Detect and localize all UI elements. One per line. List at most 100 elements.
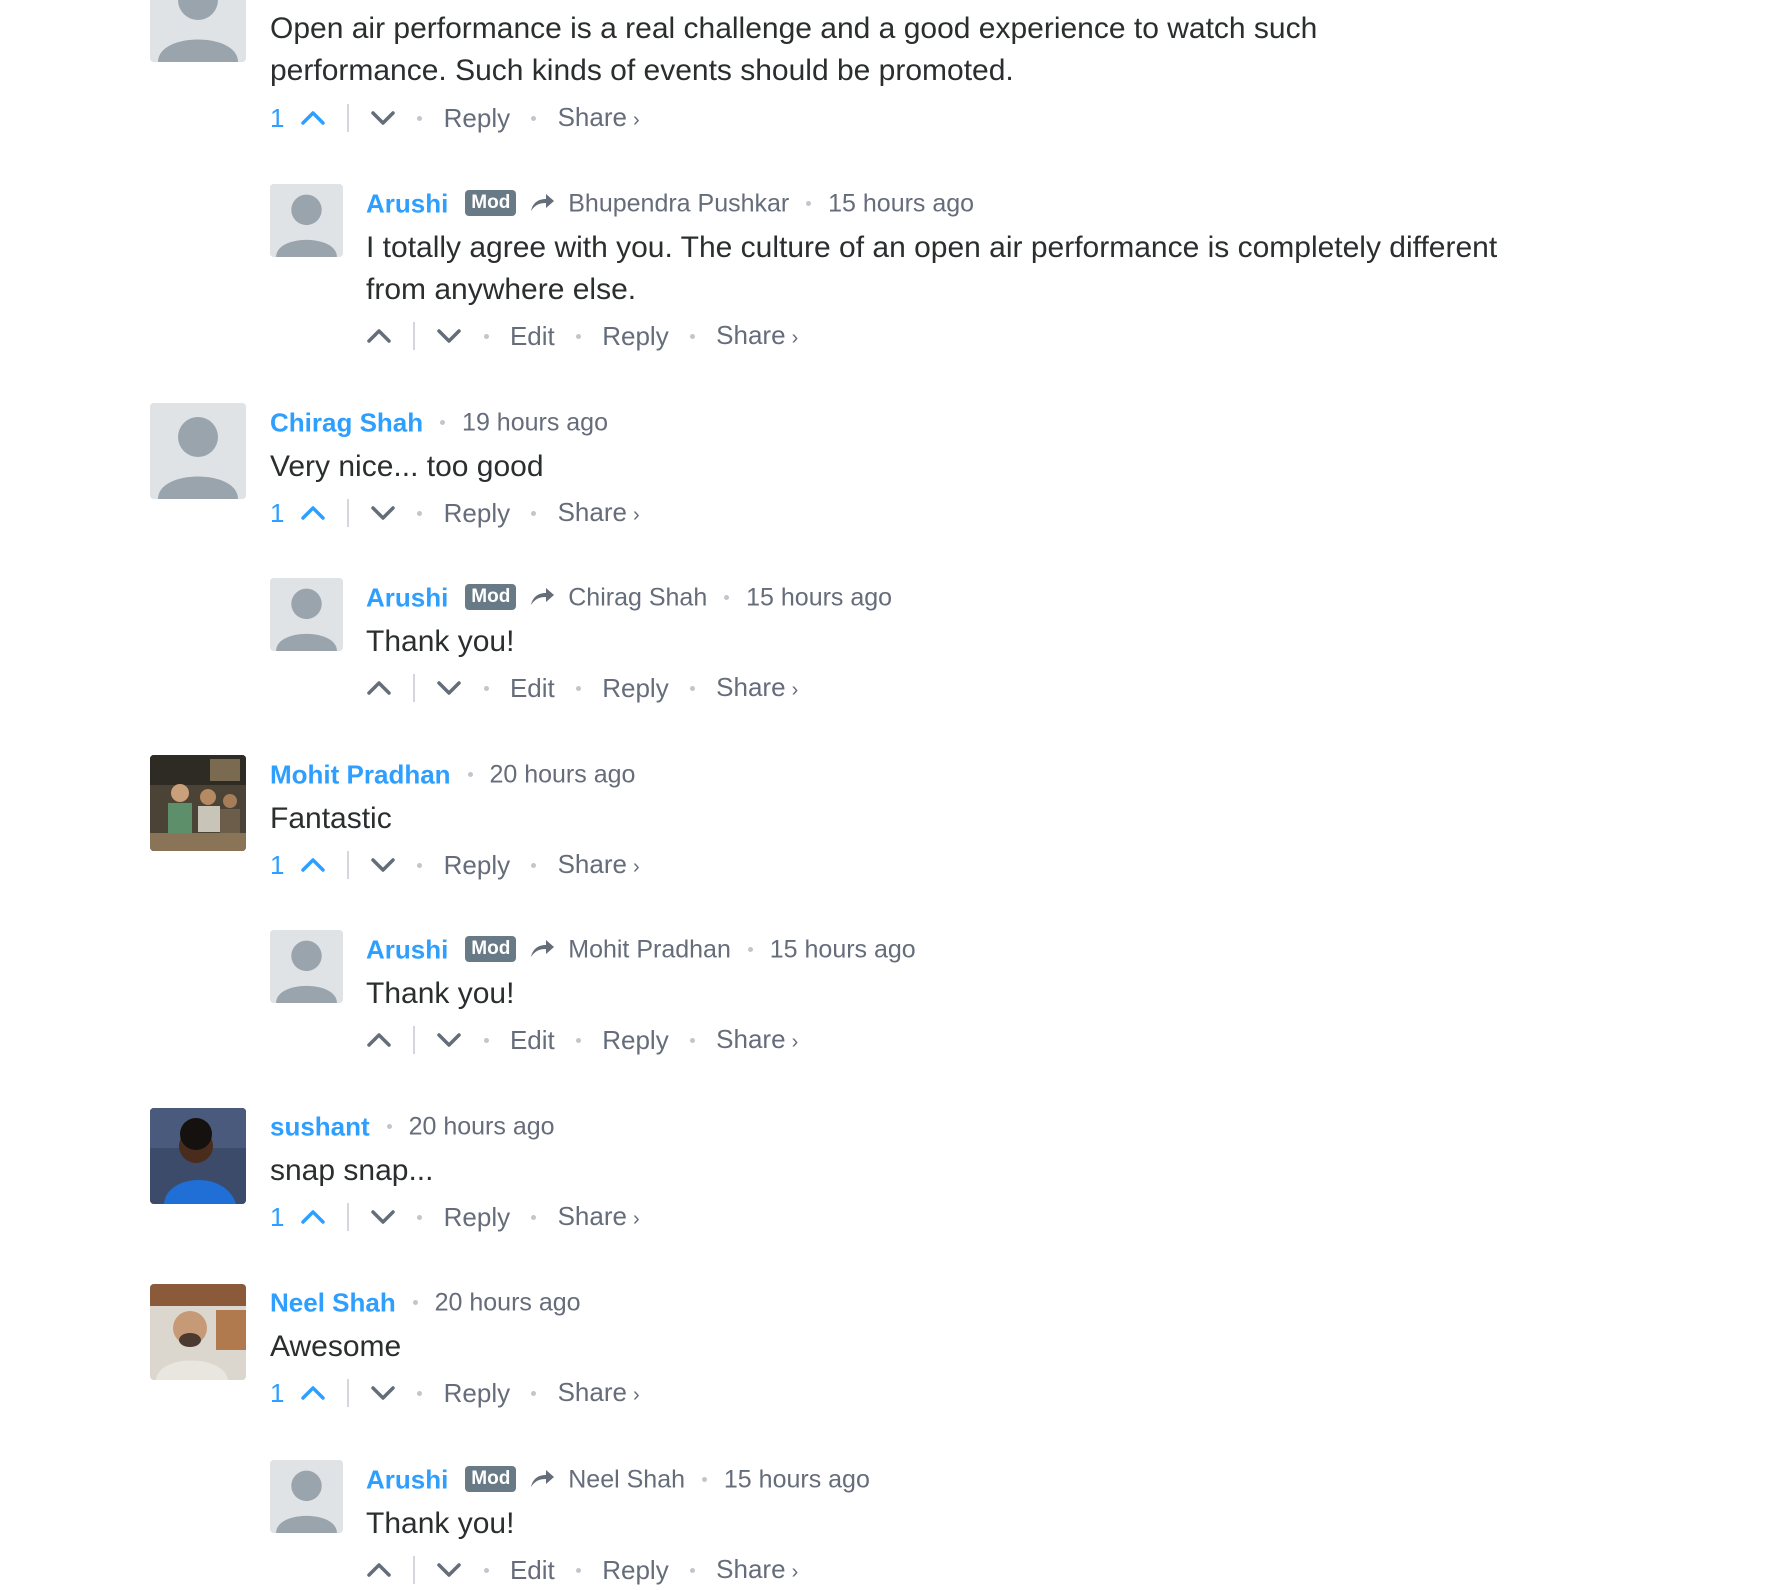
avatar[interactable]	[150, 403, 246, 499]
edit-link[interactable]: Edit	[510, 670, 555, 706]
upvote-icon[interactable]	[366, 1030, 392, 1050]
downvote-icon[interactable]	[370, 108, 396, 128]
author-name[interactable]: Mohit Pradhan	[270, 759, 451, 789]
author-name[interactable]: sushant	[270, 1111, 370, 1141]
upvote-icon[interactable]	[366, 678, 392, 698]
in-reply-to-name[interactable]: Mohit Pradhan	[568, 935, 731, 963]
timestamp[interactable]: 20 hours ago	[409, 1112, 555, 1140]
avatar[interactable]	[150, 1284, 246, 1380]
share-label: Share	[716, 671, 786, 702]
share-label: Share	[557, 1200, 627, 1231]
reply-link[interactable]: Reply	[444, 847, 510, 883]
reply-link[interactable]: Reply	[444, 495, 510, 531]
separator-dot	[806, 200, 812, 206]
upvote-icon[interactable]	[300, 1383, 326, 1403]
comment-body: I totally agree with you. The culture of…	[366, 231, 1498, 306]
comment-footer: 1 Reply Share ›	[270, 493, 640, 529]
edit-link[interactable]: Edit	[510, 318, 555, 354]
share-caret-icon: ›	[791, 326, 799, 349]
separator-dot	[386, 1123, 392, 1129]
share-link[interactable]: Share ›	[558, 99, 640, 138]
comment-footer: 1 Reply Share ›	[270, 1197, 640, 1233]
comment-header: sushant 20 hours ago	[270, 1109, 555, 1141]
avatar[interactable]	[150, 755, 246, 851]
avatar[interactable]	[270, 930, 343, 1003]
share-link[interactable]: Share ›	[558, 846, 640, 885]
in-reply-to-name[interactable]: Bhupendra Pushkar	[568, 189, 789, 217]
separator-dot	[747, 946, 753, 952]
reply-arrow-icon	[529, 1467, 555, 1491]
downvote-icon[interactable]	[370, 1383, 396, 1403]
upvote-count: 1	[270, 498, 285, 529]
share-link[interactable]: Share ›	[716, 669, 798, 708]
share-link[interactable]: Share ›	[558, 494, 640, 533]
avatar[interactable]	[150, 1108, 246, 1204]
comment-header: Arushi Mod Mohit Pradhan 15 hours ago	[366, 932, 916, 964]
upvote-icon[interactable]	[300, 108, 326, 128]
share-label: Share	[557, 848, 627, 879]
downvote-icon[interactable]	[370, 855, 396, 875]
upvote-icon[interactable]	[300, 855, 326, 875]
vote-divider	[346, 499, 349, 528]
share-link[interactable]: Share ›	[558, 1198, 640, 1237]
reply-link[interactable]: Reply	[602, 1552, 668, 1588]
downvote-icon[interactable]	[370, 1207, 396, 1227]
avatar[interactable]	[270, 184, 343, 257]
comment-footer: Edit Reply Share ›	[366, 668, 798, 704]
reply-link[interactable]: Reply	[444, 1199, 510, 1235]
avatar[interactable]	[270, 1460, 343, 1533]
downvote-icon[interactable]	[436, 326, 462, 346]
vote-divider	[413, 1026, 416, 1055]
share-link[interactable]: Share ›	[716, 1551, 798, 1590]
edit-link[interactable]: Edit	[510, 1552, 555, 1588]
share-link[interactable]: Share ›	[558, 1374, 640, 1413]
timestamp[interactable]: 20 hours ago	[489, 760, 635, 788]
author-name[interactable]: Arushi	[366, 188, 448, 218]
avatar[interactable]	[270, 578, 343, 651]
avatar[interactable]	[150, 0, 246, 62]
downvote-icon[interactable]	[436, 678, 462, 698]
author-name[interactable]: Arushi	[366, 934, 448, 964]
separator-dot	[417, 115, 423, 121]
in-reply-to-name[interactable]: Neel Shah	[568, 1465, 685, 1493]
downvote-icon[interactable]	[436, 1560, 462, 1580]
downvote-icon[interactable]	[370, 503, 396, 523]
author-name[interactable]: Arushi	[366, 582, 448, 612]
author-name[interactable]: Chirag Shah	[270, 407, 423, 437]
vote-divider	[413, 322, 416, 351]
timestamp[interactable]: 15 hours ago	[828, 189, 974, 217]
author-name[interactable]: Neel Shah	[270, 1287, 396, 1317]
reply-link[interactable]: Reply	[444, 1375, 510, 1411]
reply-link[interactable]: Reply	[602, 318, 668, 354]
upvote-icon[interactable]	[300, 503, 326, 523]
downvote-icon[interactable]	[436, 1030, 462, 1050]
upvote-icon[interactable]	[366, 326, 392, 346]
upvote-count: 1	[270, 1202, 285, 1233]
timestamp[interactable]: 20 hours ago	[435, 1288, 581, 1316]
upvote-icon[interactable]	[366, 1560, 392, 1580]
mod-badge: Mod	[465, 1466, 517, 1493]
timestamp[interactable]: 15 hours ago	[770, 935, 916, 963]
mod-badge: Mod	[465, 190, 517, 217]
share-link[interactable]: Share ›	[716, 1021, 798, 1060]
share-label: Share	[557, 1376, 627, 1407]
timestamp[interactable]: 15 hours ago	[746, 583, 892, 611]
share-caret-icon: ›	[791, 678, 799, 701]
share-link[interactable]: Share ›	[716, 317, 798, 356]
timestamp[interactable]: 15 hours ago	[724, 1465, 870, 1493]
reply-link[interactable]: Reply	[602, 670, 668, 706]
comment-body: Very nice... too good	[270, 450, 544, 483]
vote-divider	[346, 1379, 349, 1408]
share-label: Share	[716, 1553, 786, 1584]
reply-arrow-icon	[529, 585, 555, 609]
author-name[interactable]: Arushi	[366, 1464, 448, 1494]
separator-dot	[483, 1567, 489, 1573]
upvote-icon[interactable]	[300, 1207, 326, 1227]
edit-link[interactable]: Edit	[510, 1022, 555, 1058]
comment-footer: Edit Reply Share ›	[366, 1550, 798, 1586]
upvote-count: 1	[270, 850, 285, 881]
timestamp[interactable]: 19 hours ago	[462, 408, 608, 436]
reply-link[interactable]: Reply	[444, 100, 510, 136]
in-reply-to-name[interactable]: Chirag Shah	[568, 583, 707, 611]
reply-link[interactable]: Reply	[602, 1022, 668, 1058]
